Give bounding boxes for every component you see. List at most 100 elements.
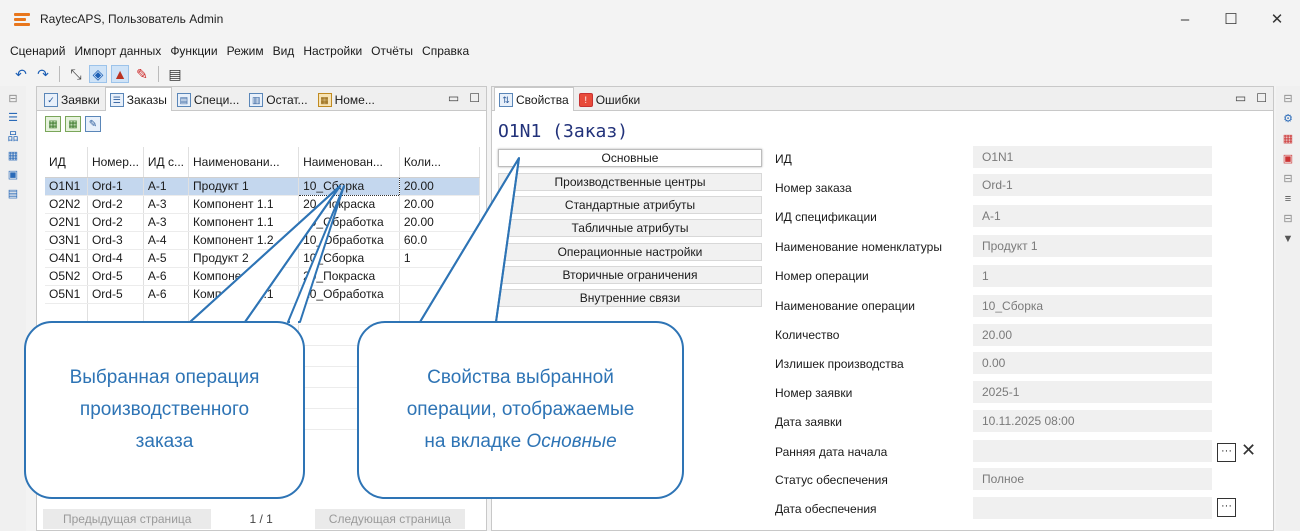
- cell[interactable]: Ord-2: [87, 195, 144, 214]
- filter-icon[interactable]: ▼: [1281, 232, 1295, 246]
- cell[interactable]: Ord-1: [87, 177, 144, 196]
- prop-value[interactable]: O1N1: [973, 146, 1212, 168]
- cell[interactable]: Компонент 2.1: [188, 267, 300, 286]
- cell[interactable]: A-3: [143, 213, 190, 232]
- menu-reports[interactable]: Отчёты: [371, 44, 413, 58]
- import-excel-icon[interactable]: ▦: [65, 116, 81, 132]
- cell[interactable]: Компонент 1.2: [188, 231, 300, 250]
- menu-settings[interactable]: Настройки: [303, 44, 362, 58]
- table-row[interactable]: O1N1 Ord-1 A-1 Продукт 1 10_Сборка 20.00: [45, 176, 481, 196]
- table-row[interactable]: O5N2 Ord-5 A-6 Компонент 2.1 20_Покраска: [45, 267, 481, 286]
- table-row[interactable]: O3N1 Ord-3 A-4 Компонент 1.2 10_Обработка 60.…: [45, 231, 481, 250]
- tree-icon[interactable]: ☰: [6, 111, 20, 125]
- close-button[interactable]: ✕: [1254, 0, 1300, 38]
- clear-icon[interactable]: ✕: [1239, 441, 1258, 462]
- cell[interactable]: A-5: [143, 249, 190, 268]
- cell[interactable]: Ord-4: [87, 249, 144, 268]
- prop-value[interactable]: 10_Сборка: [973, 295, 1212, 317]
- ellipsis-button[interactable]: ···: [1217, 443, 1236, 462]
- cell[interactable]: 20.00: [399, 195, 481, 214]
- pin-tool-icon[interactable]: ✎: [133, 65, 151, 83]
- calendar-icon[interactable]: ▦: [1281, 132, 1295, 146]
- cell[interactable]: Ord-5: [87, 285, 144, 304]
- category-internal-links[interactable]: Внутренние связи: [498, 289, 762, 307]
- table-row[interactable]: O5N1 Ord-5 A-6 Компонент 2.1 10_Обработка: [45, 285, 481, 304]
- pin-icon[interactable]: ⊟: [1281, 172, 1295, 186]
- edit-doc-icon[interactable]: ▤: [166, 65, 184, 83]
- prop-value[interactable]: 2025-1: [973, 381, 1212, 403]
- cell[interactable]: 20.00: [399, 213, 481, 232]
- table-row[interactable]: O2N2 Ord-2 A-3 Компонент 1.1 20_Покраска 20.0…: [45, 195, 481, 214]
- filter-list-icon[interactable]: ≡: [1281, 192, 1295, 206]
- calendar-icon[interactable]: ▦: [6, 149, 20, 163]
- cell[interactable]: O3N1: [45, 231, 88, 250]
- prop-value[interactable]: [973, 497, 1212, 519]
- cell[interactable]: 20.00: [399, 177, 481, 196]
- cell[interactable]: Продукт 1: [188, 177, 300, 196]
- cell[interactable]: O5N1: [45, 285, 88, 304]
- cell[interactable]: O2N1: [45, 213, 88, 232]
- next-page-button[interactable]: Следующая страница: [314, 509, 465, 529]
- pick-tool-icon[interactable]: ⤡: [67, 65, 85, 83]
- prop-value[interactable]: Ord-1: [973, 174, 1212, 196]
- cell[interactable]: 10_Обработка: [298, 213, 400, 232]
- cell[interactable]: Компонент 2.1: [188, 285, 300, 304]
- cell[interactable]: Ord-5: [87, 267, 144, 286]
- calendar-day-icon[interactable]: ▣: [6, 168, 20, 182]
- menu-view[interactable]: Вид: [273, 44, 295, 58]
- pin-icon[interactable]: ⊟: [6, 92, 20, 106]
- menu-help[interactable]: Справка: [422, 44, 469, 58]
- cell[interactable]: [399, 285, 481, 304]
- cell[interactable]: Компонент 1.1: [188, 195, 300, 214]
- table-row[interactable]: O4N1 Ord-4 A-5 Продукт 2 10_Сборка 1: [45, 249, 481, 268]
- cell[interactable]: 20_Покраска: [298, 267, 400, 286]
- tab-properties[interactable]: ⇅ Свойства: [494, 87, 574, 111]
- panel-maximize-icon[interactable]: ☐: [469, 91, 480, 105]
- chart-tool-icon[interactable]: ▲: [111, 65, 129, 83]
- category-standard-attrs[interactable]: Стандартные атрибуты: [498, 196, 762, 214]
- cell[interactable]: O2N2: [45, 195, 88, 214]
- select-tool-icon[interactable]: ◈: [89, 65, 107, 83]
- cell[interactable]: A-4: [143, 231, 190, 250]
- panel-minimize-icon[interactable]: ▭: [1235, 91, 1246, 105]
- menu-import[interactable]: Импорт данных: [74, 44, 161, 58]
- cell[interactable]: O1N1: [45, 177, 88, 196]
- tab-requests[interactable]: ✓ Заявки: [39, 88, 105, 110]
- table-row[interactable]: O2N1 Ord-2 A-3 Компонент 1.1 10_Обработка 20.…: [45, 213, 481, 232]
- tab-specs[interactable]: ▤ Специ...: [172, 88, 244, 110]
- cell[interactable]: A-1: [143, 177, 190, 196]
- pin-icon[interactable]: ⊟: [1281, 212, 1295, 226]
- menu-mode[interactable]: Режим: [227, 44, 264, 58]
- col-header[interactable]: Номер...: [87, 147, 144, 178]
- cell[interactable]: 20_Покраска: [298, 195, 400, 214]
- prop-value[interactable]: 1: [973, 265, 1212, 287]
- cell[interactable]: Компонент 1.1: [188, 213, 300, 232]
- redo-icon[interactable]: ↷: [34, 65, 52, 83]
- cell[interactable]: A-6: [143, 267, 190, 286]
- col-header[interactable]: Коли...: [399, 147, 481, 178]
- category-work-centers[interactable]: Производственные центры: [498, 173, 762, 191]
- cell[interactable]: Продукт 2: [188, 249, 300, 268]
- panel-maximize-icon[interactable]: ☐: [1256, 91, 1267, 105]
- export-excel-icon[interactable]: ▦: [45, 116, 61, 132]
- cell[interactable]: A-3: [143, 195, 190, 214]
- col-header[interactable]: ИД с...: [143, 147, 190, 178]
- col-header[interactable]: Наименован...: [298, 147, 400, 178]
- col-header[interactable]: Наименовани...: [188, 147, 300, 178]
- prop-value[interactable]: Продукт 1: [973, 235, 1212, 257]
- category-operation-settings[interactable]: Операционные настройки: [498, 243, 762, 261]
- cell[interactable]: A-6: [143, 285, 190, 304]
- cell[interactable]: 10_Обработка: [298, 285, 400, 304]
- cell[interactable]: Ord-3: [87, 231, 144, 250]
- cell[interactable]: 10_Сборка: [298, 249, 400, 268]
- cell[interactable]: O5N2: [45, 267, 88, 286]
- menu-scenario[interactable]: Сценарий: [10, 44, 65, 58]
- category-table-attrs[interactable]: Табличные атрибуты: [498, 219, 762, 237]
- maximize-button[interactable]: ☐: [1208, 0, 1254, 38]
- cell[interactable]: 1: [399, 249, 481, 268]
- cell[interactable]: Ord-2: [87, 213, 144, 232]
- col-header[interactable]: ИД: [45, 147, 88, 178]
- category-secondary-constraints[interactable]: Вторичные ограничения: [498, 266, 762, 284]
- prop-value[interactable]: A-1: [973, 205, 1212, 227]
- ellipsis-button[interactable]: ···: [1217, 498, 1236, 517]
